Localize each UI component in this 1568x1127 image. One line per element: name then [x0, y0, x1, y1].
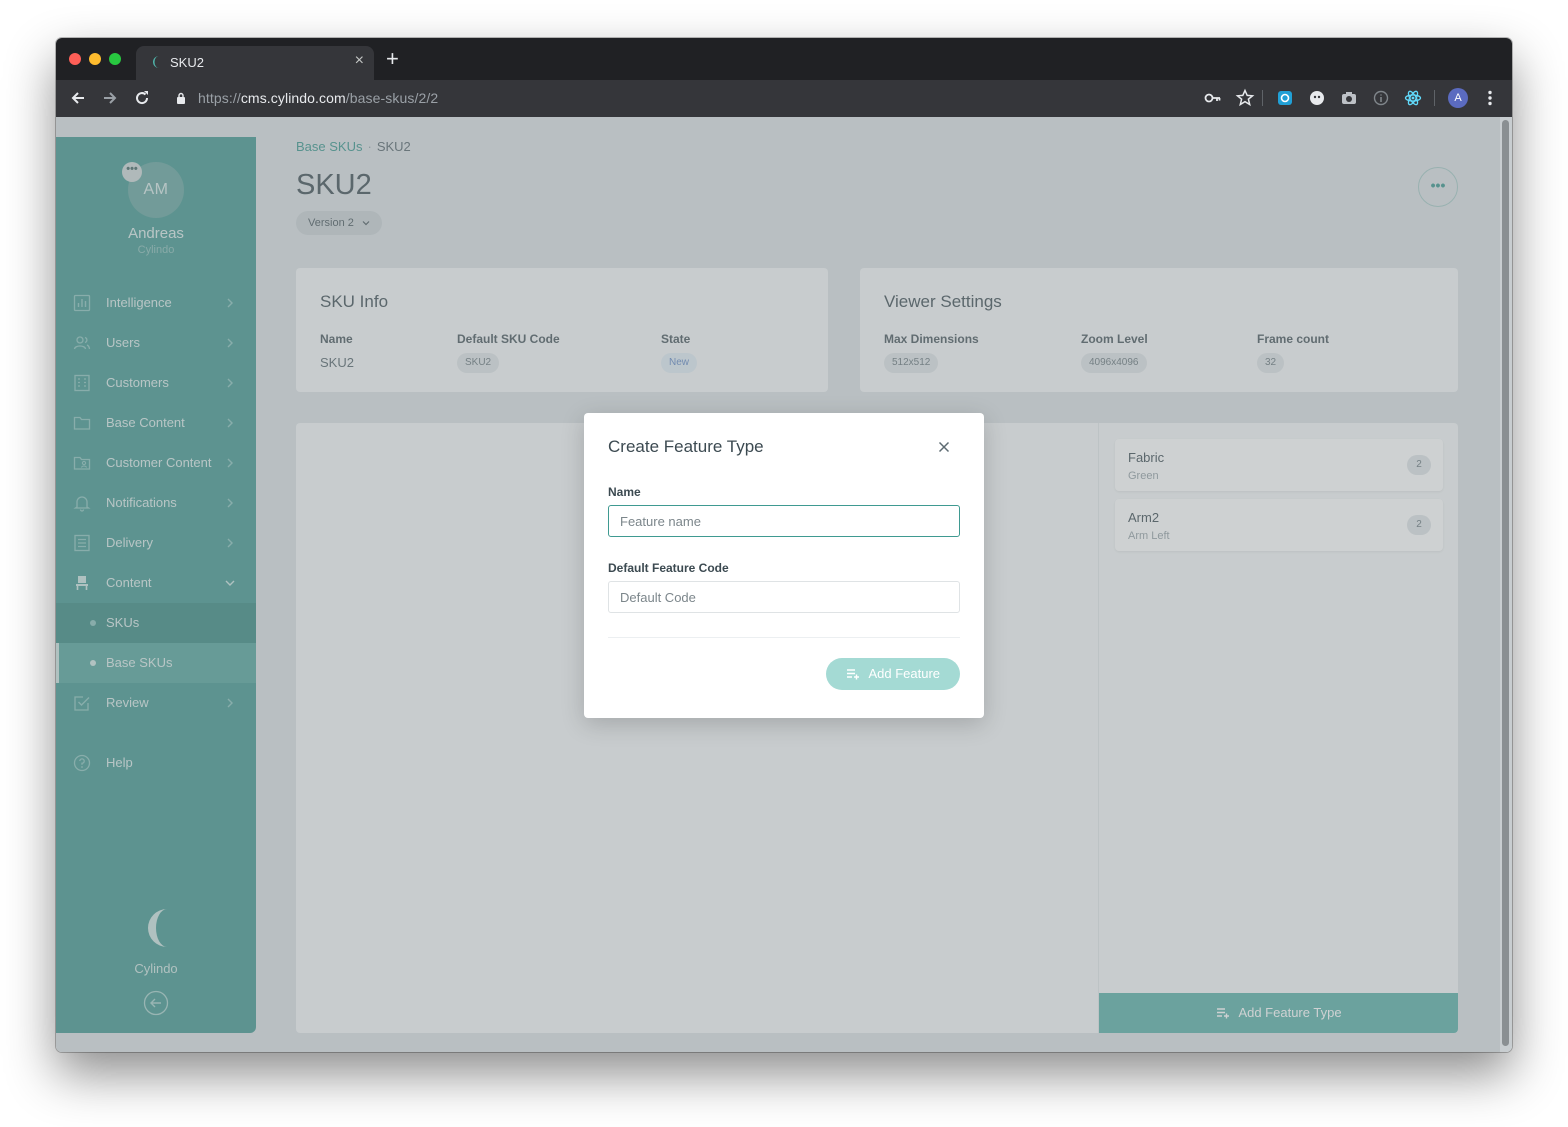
page-scrollbar[interactable] [1500, 117, 1512, 1052]
page-viewport: AM ••• Andreas Cylindo Intelligence User… [56, 117, 1512, 1052]
react-devtools-icon[interactable] [1403, 88, 1423, 108]
close-window-button[interactable] [69, 53, 81, 65]
minimize-window-button[interactable] [89, 53, 101, 65]
add-feature-label: Add Feature [868, 666, 940, 681]
close-icon[interactable] [936, 439, 952, 455]
back-icon[interactable] [68, 88, 88, 108]
modal-title: Create Feature Type [608, 437, 764, 456]
browser-window: SKU2 × + https://cms.cylindo.com/base-sk… [56, 38, 1512, 1052]
create-feature-type-modal: Create Feature Type Name Default Feature… [584, 413, 984, 718]
new-tab-button[interactable]: + [386, 48, 399, 70]
tab-bar: SKU2 × + [56, 38, 1512, 80]
lock-icon [177, 92, 185, 104]
modal-divider [608, 637, 960, 638]
default-code-label: Default Feature Code [608, 561, 729, 575]
browser-toolbar: https://cms.cylindo.com/base-skus/2/2 A [56, 80, 1512, 117]
camera-icon[interactable] [1339, 88, 1359, 108]
forward-icon[interactable] [100, 88, 120, 108]
url-text: https://cms.cylindo.com/base-skus/2/2 [198, 90, 439, 106]
default-code-input[interactable] [608, 581, 960, 613]
tab-close-icon[interactable]: × [355, 52, 364, 70]
extension-face-icon[interactable] [1307, 88, 1327, 108]
key-icon[interactable] [1203, 88, 1223, 108]
maximize-window-button[interactable] [109, 53, 121, 65]
toolbar-divider [1262, 90, 1263, 106]
extension-screen-icon[interactable] [1275, 88, 1295, 108]
toolbar-divider [1434, 90, 1435, 106]
scrollbar-thumb[interactable] [1502, 120, 1509, 1046]
star-icon[interactable] [1235, 88, 1255, 108]
kebab-menu-icon[interactable] [1480, 88, 1500, 108]
browser-tab[interactable]: SKU2 × [136, 46, 374, 80]
cylindo-favicon-icon [153, 56, 159, 68]
tab-title: SKU2 [170, 55, 204, 70]
name-label: Name [608, 485, 641, 499]
add-feature-button[interactable]: Add Feature [826, 658, 960, 690]
feature-name-input[interactable] [608, 505, 960, 537]
info-icon[interactable] [1371, 88, 1391, 108]
playlist-add-icon [847, 669, 860, 680]
reload-icon[interactable] [132, 88, 152, 108]
address-bar[interactable]: https://cms.cylindo.com/base-skus/2/2 [166, 83, 1266, 113]
profile-avatar[interactable]: A [1448, 88, 1468, 108]
